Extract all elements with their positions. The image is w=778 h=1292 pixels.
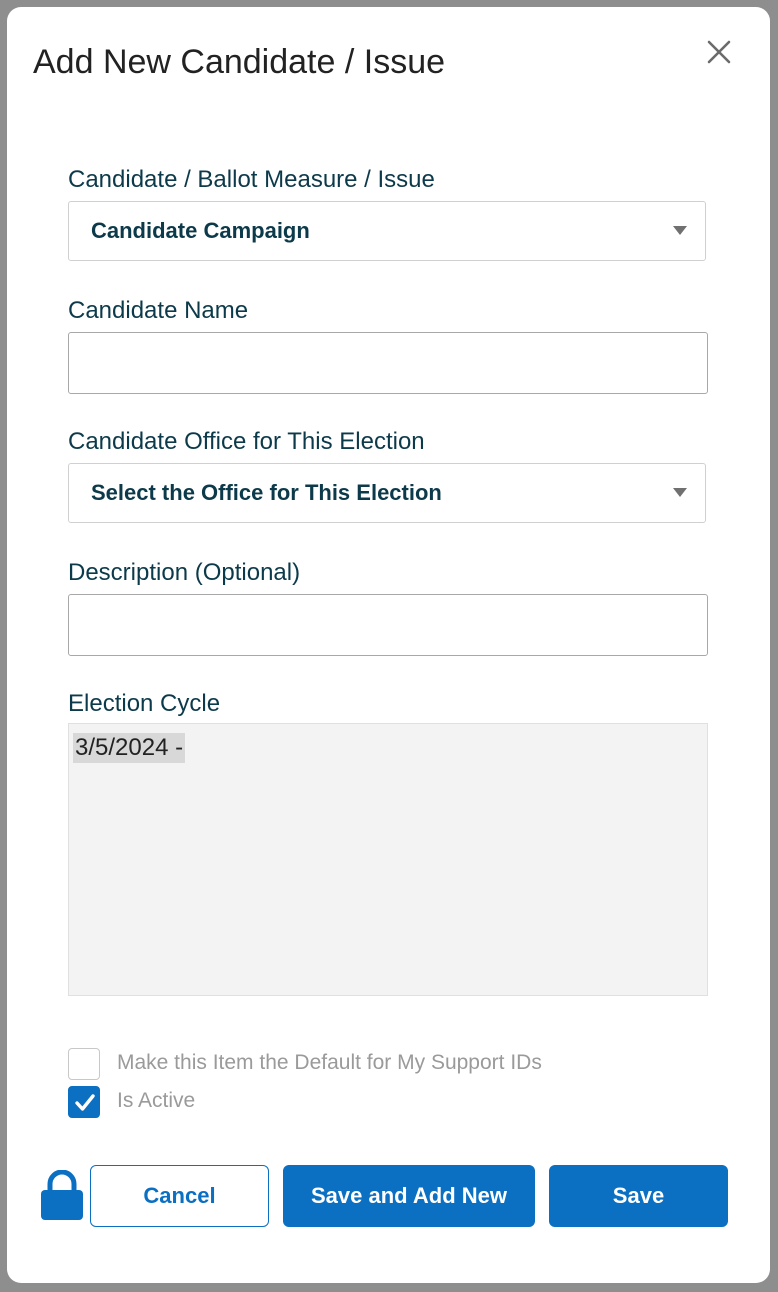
default-item-checkbox[interactable] — [68, 1048, 100, 1080]
chevron-down-icon — [673, 488, 687, 497]
is-active-checkbox[interactable] — [68, 1086, 100, 1118]
close-button[interactable] — [704, 37, 734, 67]
default-item-label: Make this Item the Default for My Suppor… — [117, 1051, 542, 1074]
office-label: Candidate Office for This Election — [68, 428, 425, 455]
election-cycle-option[interactable]: 3/5/2024 - — [73, 733, 186, 763]
type-select-value: Candidate Campaign — [91, 218, 310, 243]
office-select[interactable]: Select the Office for This Election — [68, 463, 706, 523]
chevron-down-icon — [673, 226, 687, 235]
dialog-title: Add New Candidate / Issue — [33, 43, 446, 81]
description-label: Description (Optional) — [68, 559, 301, 586]
election-cycle-label: Election Cycle — [68, 690, 221, 717]
add-candidate-dialog: Add New Candidate / Issue Candidate / Ba… — [7, 7, 770, 1283]
candidate-name-label: Candidate Name — [68, 297, 249, 324]
save-and-add-new-button[interactable]: Save and Add New — [283, 1165, 535, 1227]
is-active-label: Is Active — [117, 1089, 196, 1112]
candidate-name-input[interactable] — [68, 332, 708, 394]
checkmark-icon — [75, 1094, 95, 1111]
office-select-value: Select the Office for This Election — [91, 480, 442, 505]
lock-icon — [41, 1170, 83, 1220]
election-cycle-listbox[interactable]: 3/5/2024 - — [68, 723, 708, 996]
description-input[interactable] — [68, 594, 708, 656]
close-icon — [707, 40, 731, 64]
type-select[interactable]: Candidate Campaign — [68, 201, 706, 261]
type-label: Candidate / Ballot Measure / Issue — [68, 166, 435, 193]
cancel-button[interactable]: Cancel — [90, 1165, 269, 1227]
save-button[interactable]: Save — [549, 1165, 728, 1227]
